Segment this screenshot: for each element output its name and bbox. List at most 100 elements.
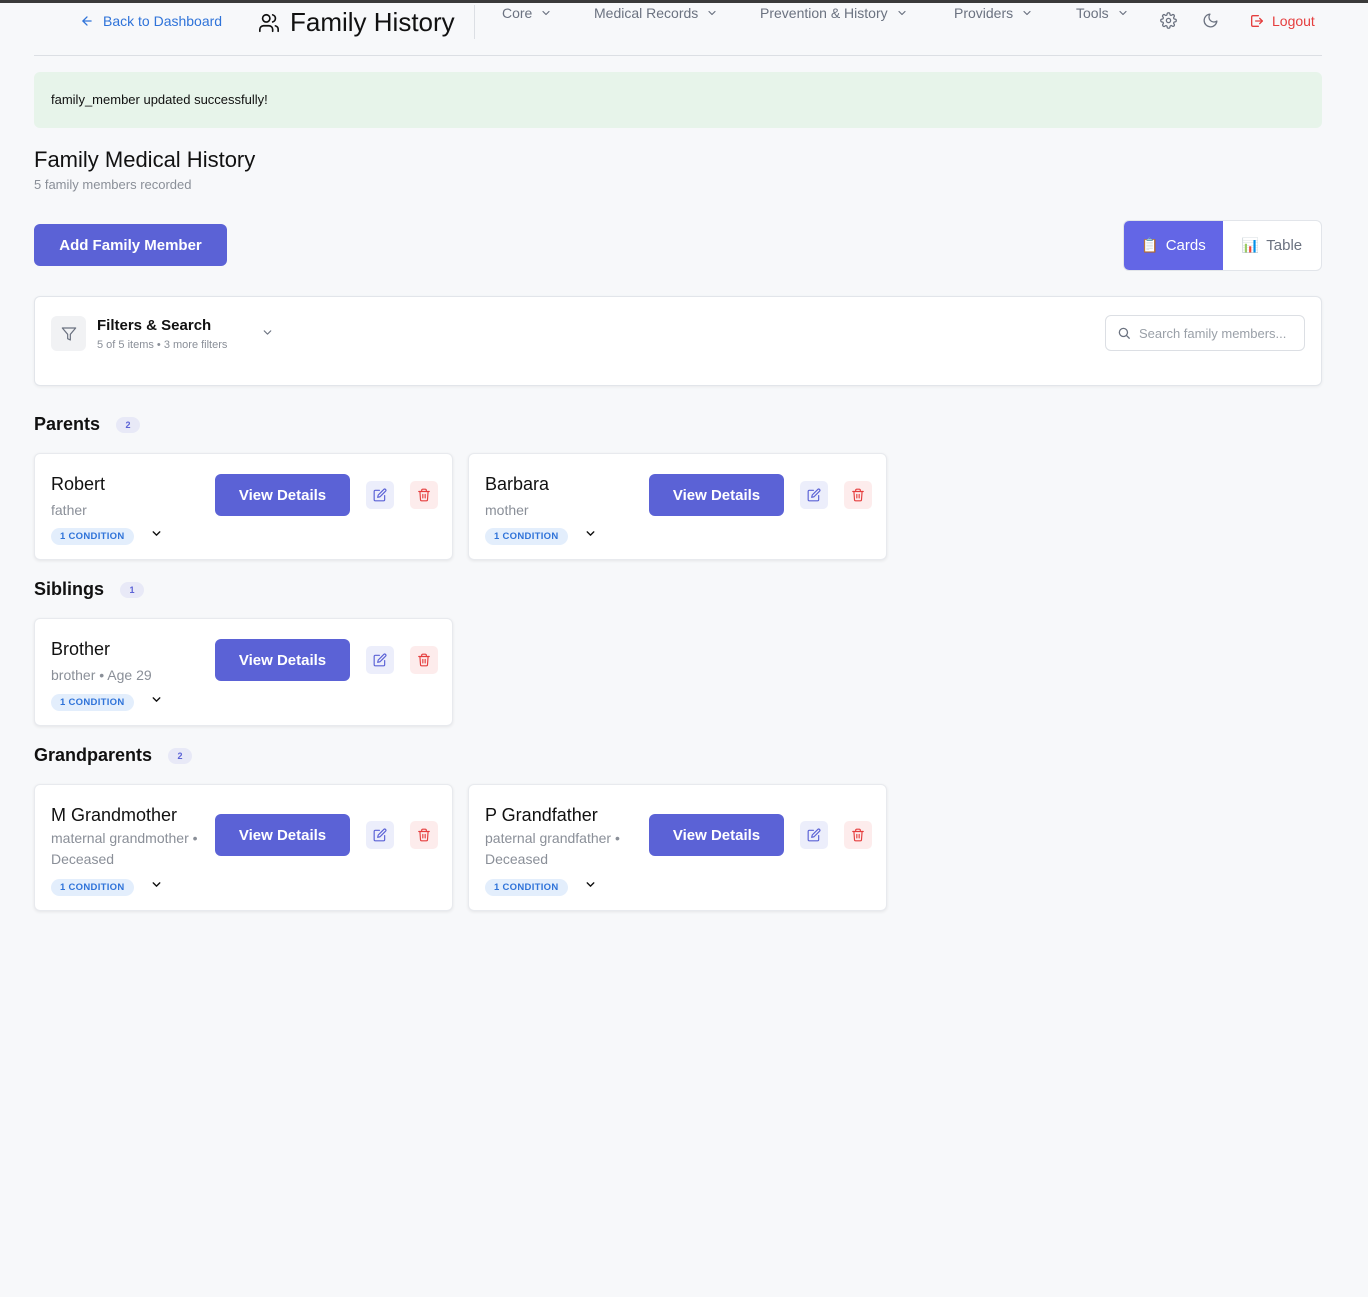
trash-icon	[852, 828, 864, 842]
trash-icon	[418, 488, 430, 502]
conditions-row: 1 CONDITION	[51, 878, 163, 896]
section-header-parents: Parents 2	[34, 414, 141, 435]
section-count-badge: 2	[116, 416, 141, 433]
member-relation: father	[51, 502, 87, 518]
family-member-card: P Grandfather paternal grandfather • Dec…	[468, 784, 887, 911]
search-box	[1105, 315, 1305, 351]
delete-button[interactable]	[410, 481, 438, 509]
conditions-row: 1 CONDITION	[51, 693, 163, 711]
search-icon	[1118, 327, 1130, 339]
view-details-button[interactable]: View Details	[215, 814, 350, 856]
chevron-down-icon	[542, 10, 550, 16]
nav-providers-dropdown[interactable]: Providers	[954, 5, 1033, 21]
delete-button[interactable]	[410, 821, 438, 849]
filters-panel: Filters & Search 5 of 5 items • 3 more f…	[34, 296, 1322, 386]
section-header-grandparents: Grandparents 2	[34, 745, 193, 766]
chevron-down-icon	[1119, 10, 1127, 16]
nav-tools-dropdown[interactable]: Tools	[1076, 5, 1129, 21]
member-name: Barbara	[485, 474, 550, 494]
conditions-row: 1 CONDITION	[51, 527, 163, 545]
edit-button[interactable]	[366, 481, 394, 509]
view-details-button[interactable]: View Details	[215, 639, 350, 681]
section-count-badge: 2	[168, 747, 193, 764]
view-toggle: 📋 Cards 📊 Table	[1123, 220, 1322, 271]
nav-prevention-history-dropdown[interactable]: Prevention & History	[760, 5, 908, 21]
view-details-button[interactable]: View Details	[215, 474, 350, 516]
nav-medical-records-label: Medical Records	[594, 5, 699, 21]
family-member-card: Brother brother • Age 29 1 CONDITION Vie…	[34, 618, 453, 726]
member-name: P Grandfather	[485, 805, 598, 825]
brand: Family History	[258, 7, 455, 38]
conditions-row: 1 CONDITION	[485, 527, 597, 545]
dark-mode-toggle[interactable]	[1202, 12, 1219, 34]
nav-prevention-history-label: Prevention & History	[760, 5, 888, 21]
condition-count-badge: 1 CONDITION	[51, 693, 134, 711]
filters-expand-toggle[interactable]	[261, 326, 274, 344]
delete-button[interactable]	[844, 821, 872, 849]
page-header-title: Family History	[290, 7, 455, 37]
table-view-label: Table	[1266, 237, 1303, 254]
chevron-down-icon	[586, 882, 594, 887]
chevron-down-icon	[152, 531, 160, 536]
moon-icon	[1203, 13, 1218, 28]
nav-medical-records-dropdown[interactable]: Medical Records	[594, 5, 718, 21]
delete-button[interactable]	[410, 646, 438, 674]
edit-button[interactable]	[366, 821, 394, 849]
top-header: Back to Dashboard Family History Core Me…	[34, 3, 1322, 56]
member-relation: paternal grandfather • Deceased	[485, 830, 620, 867]
family-member-card: M Grandmother maternal grandmother • Dec…	[34, 784, 453, 911]
nav-tools-label: Tools	[1076, 5, 1109, 21]
chevron-down-icon	[898, 10, 906, 16]
edit-icon	[807, 828, 821, 842]
search-input[interactable]	[1139, 325, 1299, 341]
view-details-button[interactable]: View Details	[649, 474, 784, 516]
back-link-label: Back to Dashboard	[103, 13, 223, 29]
expand-conditions-toggle[interactable]	[584, 878, 597, 896]
nav-core-label: Core	[502, 5, 533, 21]
page-subtitle: 5 family members recorded	[34, 177, 192, 192]
section-title: Parents	[34, 414, 101, 434]
edit-icon	[373, 828, 387, 842]
edit-button[interactable]	[800, 821, 828, 849]
filters-summary: 5 of 5 items • 3 more filters	[97, 339, 228, 351]
family-member-card: Robert father 1 CONDITION View Details	[34, 453, 453, 560]
add-family-member-button[interactable]: Add Family Member	[34, 224, 227, 266]
trash-icon	[418, 828, 430, 842]
edit-button[interactable]	[366, 646, 394, 674]
arrow-left-icon	[82, 16, 92, 26]
section-count-badge: 1	[120, 581, 145, 598]
trash-icon	[418, 653, 430, 667]
filter-icon	[61, 326, 76, 341]
expand-conditions-toggle[interactable]	[150, 693, 163, 711]
logout-button[interactable]: Logout	[1249, 13, 1315, 29]
view-details-button[interactable]: View Details	[649, 814, 784, 856]
nav-core-dropdown[interactable]: Core	[502, 5, 552, 21]
chevron-down-icon	[263, 330, 272, 335]
member-relation: maternal grandmother • Deceased	[51, 830, 198, 867]
back-to-dashboard-link[interactable]: Back to Dashboard	[80, 13, 222, 29]
alert-message: family_member updated successfully!	[51, 92, 268, 107]
table-view-button[interactable]: 📊 Table	[1223, 221, 1321, 270]
settings-button[interactable]	[1160, 12, 1177, 34]
member-relation: mother	[485, 502, 529, 518]
trash-icon	[852, 488, 864, 502]
logout-label: Logout	[1272, 13, 1315, 29]
chevron-down-icon	[152, 882, 160, 887]
chevron-down-icon	[1023, 10, 1031, 16]
cards-view-button[interactable]: 📋 Cards	[1124, 221, 1223, 270]
member-relation: brother • Age 29	[51, 667, 152, 683]
expand-conditions-toggle[interactable]	[150, 527, 163, 545]
gear-icon	[1160, 12, 1177, 29]
expand-conditions-toggle[interactable]	[150, 878, 163, 896]
expand-conditions-toggle[interactable]	[584, 527, 597, 545]
header-divider	[474, 5, 475, 39]
delete-button[interactable]	[844, 481, 872, 509]
cards-view-label: Cards	[1165, 237, 1206, 254]
users-icon	[259, 13, 279, 32]
condition-count-badge: 1 CONDITION	[485, 878, 568, 896]
chevron-down-icon	[586, 531, 594, 536]
filters-title: Filters & Search	[97, 317, 212, 334]
edit-button[interactable]	[800, 481, 828, 509]
member-name: Brother	[51, 639, 111, 659]
edit-icon	[807, 488, 821, 502]
